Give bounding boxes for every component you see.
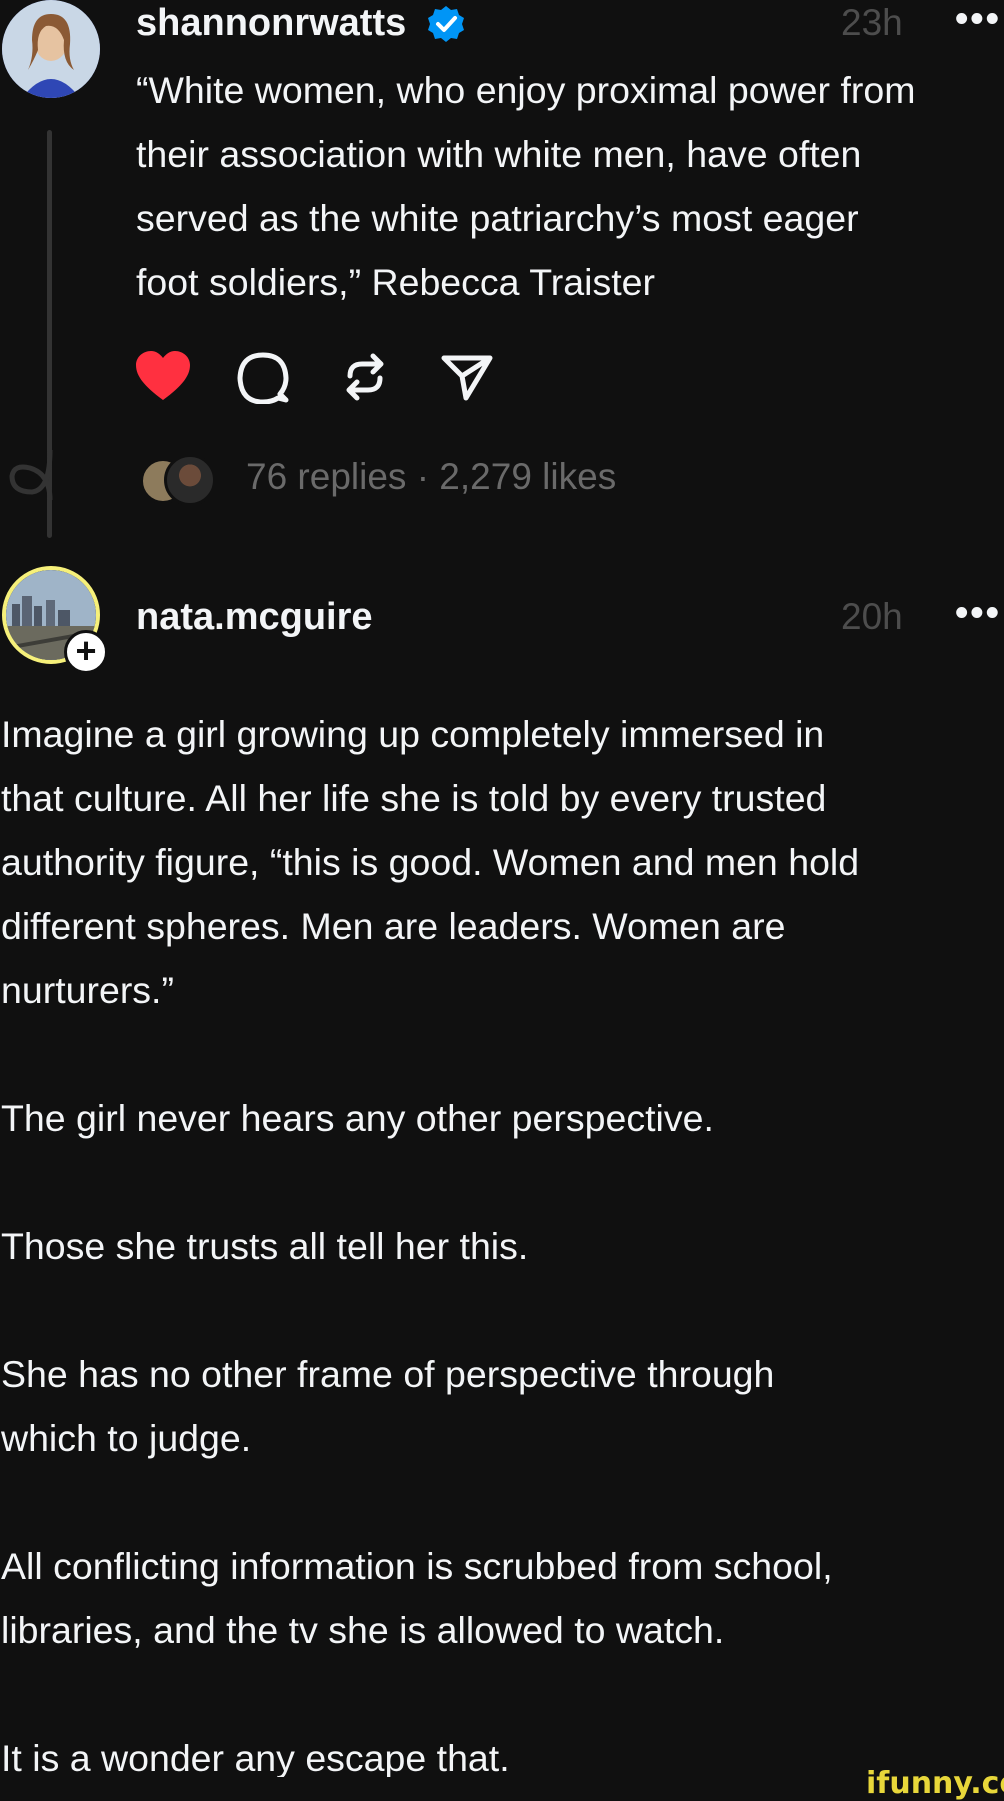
- paragraph: She has no other frame of perspective th…: [1, 1342, 1001, 1470]
- paragraph: All conflicting information is scrubbed …: [1, 1534, 1001, 1662]
- avatar-portrait-icon: [2, 0, 100, 98]
- post-text: Imagine a girl growing up completely imm…: [1, 702, 1001, 1790]
- post-text-line: their association with white men, have o…: [136, 133, 862, 175]
- post-text-line: that culture. All her life she is told b…: [1, 777, 827, 819]
- follow-button[interactable]: +: [64, 630, 108, 674]
- post-time: 23h: [841, 2, 903, 43]
- post-text-line: All conflicting information is scrubbed …: [1, 1545, 833, 1587]
- plus-icon: +: [75, 630, 97, 671]
- repost-icon[interactable]: [340, 350, 390, 404]
- post-text-line: authority figure, “this is good. Women a…: [1, 841, 860, 883]
- more-options-button[interactable]: •••: [955, 0, 1001, 41]
- username[interactable]: shannonrwatts: [136, 2, 406, 45]
- paragraph: The girl never hears any other perspecti…: [1, 1086, 1001, 1150]
- post-stats[interactable]: 76 replies · 2,279 likes: [246, 456, 616, 498]
- comment-icon[interactable]: [236, 352, 290, 404]
- post-text-line: served as the white patriarchy’s most ea…: [136, 197, 859, 239]
- more-options-button[interactable]: •••: [955, 592, 1001, 635]
- heart-icon[interactable]: [134, 350, 192, 402]
- post-text-line: She has no other frame of perspective th…: [1, 1353, 775, 1395]
- post-text-line: which to judge.: [1, 1417, 252, 1459]
- post-text-line: Imagine a girl growing up completely imm…: [1, 713, 825, 755]
- paragraph: Those she trusts all tell her this.: [1, 1214, 1001, 1278]
- post-text-line: The girl never hears any other perspecti…: [1, 1097, 714, 1139]
- post-text-line: libraries, and the tv she is allowed to …: [1, 1609, 725, 1651]
- replier-avatar: [164, 454, 216, 506]
- post-text: “White women, who enjoy proximal power f…: [136, 58, 1004, 314]
- post-time: 20h: [841, 596, 903, 637]
- post-text-line: “White women, who enjoy proximal power f…: [136, 69, 916, 111]
- paragraph: Imagine a girl growing up completely imm…: [1, 702, 1001, 1022]
- avatar-shannonrwatts[interactable]: [2, 0, 100, 98]
- post-text-line: Those she trusts all tell her this.: [1, 1225, 529, 1267]
- username[interactable]: nata.mcguire: [136, 596, 373, 639]
- post-text-line: foot soldiers,” Rebecca Traister: [136, 261, 655, 303]
- thread-curl-icon: [9, 450, 53, 500]
- watermark-bar: [0, 1777, 1004, 1801]
- post-text-line: different spheres. Men are leaders. Wome…: [1, 905, 786, 947]
- post-text-line: nurturers.”: [1, 969, 174, 1011]
- share-icon[interactable]: [440, 354, 494, 402]
- verified-badge-icon: [428, 6, 464, 42]
- ifunny-watermark: ifunny.co: [866, 1766, 1004, 1801]
